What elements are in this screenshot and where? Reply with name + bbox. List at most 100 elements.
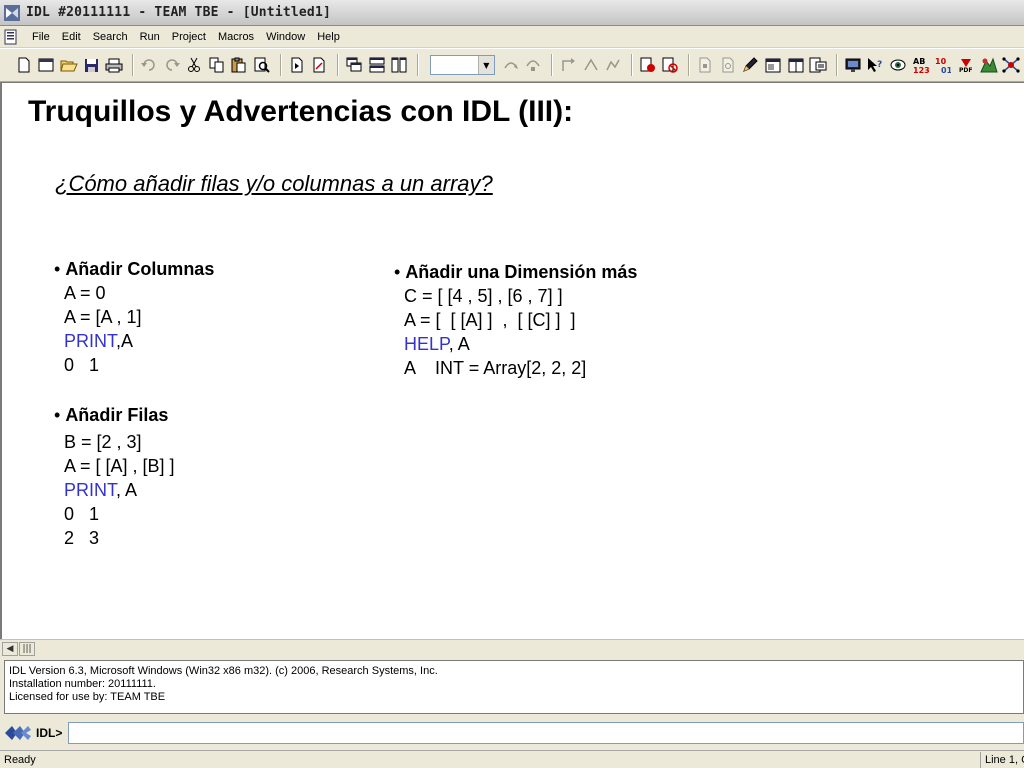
code-line: A = [A , 1] (64, 307, 142, 327)
step-out-icon (562, 58, 575, 71)
menu-macros[interactable]: Macros (212, 29, 260, 45)
help-button[interactable]: ? (866, 54, 886, 76)
window-title: IDL #20111111 - TEAM TBE - [Untitled1] (26, 5, 332, 20)
compile-icon (291, 57, 303, 73)
copy-button[interactable] (207, 54, 227, 76)
new-file-button[interactable] (14, 54, 34, 76)
reset-file-icon (722, 57, 734, 73)
binary-button[interactable]: 10 01 (933, 54, 953, 76)
reset-button[interactable] (718, 54, 738, 76)
expand-window-icon (765, 58, 781, 72)
code-line: A = 0 (64, 283, 106, 303)
cut-button[interactable] (184, 54, 204, 76)
columns-heading: Añadir Columnas (65, 259, 215, 279)
cascade-windows-icon (346, 57, 362, 72)
save-button[interactable] (82, 54, 102, 76)
help-args: , A (448, 334, 470, 354)
tile-horizontal-button[interactable] (367, 54, 387, 76)
menu-file[interactable]: File (26, 29, 56, 45)
code-line: A = [ [ [A] ] , [ [C] ] ] (404, 310, 576, 330)
status-bar: Ready Line 1, Col 1 (0, 750, 1024, 768)
output-line: 2 3 (64, 528, 100, 548)
log-line: Licensed for use by: TEAM TBE (9, 691, 166, 703)
open-button[interactable] (59, 54, 79, 76)
tile-horizontal-icon (369, 57, 385, 73)
paste-button[interactable] (230, 54, 250, 76)
horizontal-scrollbar[interactable]: ◀ ||| (0, 639, 1024, 657)
undo-button[interactable] (139, 54, 159, 76)
menu-edit[interactable]: Edit (56, 29, 87, 45)
variables-button[interactable]: AB 123 (911, 54, 931, 76)
log-line: IDL Version 6.3, Microsoft Windows (Win3… (9, 665, 438, 677)
rows-section: • Añadir Filas B = [2 , 3] A = [ [A] , [… (54, 403, 214, 550)
expand-window-button[interactable] (763, 54, 783, 76)
toolbar-separator (835, 54, 838, 76)
output-window-button[interactable] (808, 54, 828, 76)
document-icon[interactable] (4, 29, 18, 45)
menu-run[interactable]: Run (134, 29, 166, 45)
menu-window[interactable]: Window (260, 29, 311, 45)
scroll-left-button[interactable]: ◀ (2, 641, 18, 656)
stop-file-icon (699, 57, 711, 73)
chevron-left-icon: ◀ (6, 643, 14, 654)
new-file-icon (18, 57, 30, 73)
bullet: • (54, 259, 66, 279)
display-button[interactable] (843, 54, 863, 76)
tile-vertical-button[interactable] (389, 54, 409, 76)
eye-icon (890, 59, 906, 71)
edit-macro-button[interactable] (740, 54, 760, 76)
map-button[interactable] (979, 54, 999, 76)
split-window-button[interactable] (786, 54, 806, 76)
help-line: HELP, A (394, 332, 637, 356)
code-line: B = [2 , 3] (64, 432, 142, 452)
clear-breakpoints-icon (662, 57, 679, 73)
toolbar-separator (688, 54, 691, 76)
scroll-thumb[interactable]: ||| (19, 641, 35, 656)
find-button[interactable] (252, 54, 272, 76)
step-into-button[interactable] (501, 54, 521, 76)
pdf-icon: PDF (959, 59, 972, 73)
run-button[interactable] (310, 54, 330, 76)
print-line: PRINT,A (54, 329, 214, 353)
svg-text:10: 10 (935, 57, 947, 66)
open-folder-icon (60, 60, 78, 72)
page-title: Truquillos y Advertencias con IDL (III): (28, 95, 574, 128)
breakpoint-button[interactable] (638, 54, 658, 76)
network-button[interactable] (1001, 54, 1021, 76)
bullet: • (394, 262, 406, 282)
toolbar-separator (630, 54, 633, 76)
pdf-button[interactable]: PDF (956, 54, 976, 76)
watch-button[interactable] (888, 54, 908, 76)
chevron-down-icon[interactable]: ▼ (477, 56, 494, 74)
output-log[interactable]: IDL Version 6.3, Microsoft Windows (Win3… (4, 660, 1024, 714)
page-subtitle: ¿Cómo añadir filas y/o columnas a un arr… (55, 171, 493, 196)
trace-button[interactable] (603, 54, 623, 76)
command-input[interactable] (68, 722, 1024, 744)
editor-pane[interactable]: Truquillos y Advertencias con IDL (III):… (0, 82, 1024, 639)
toolbar-separator (279, 54, 282, 76)
compile-button[interactable] (287, 54, 307, 76)
run-to-cursor-button[interactable] (581, 54, 601, 76)
cascade-button[interactable] (344, 54, 364, 76)
redo-button[interactable] (162, 54, 182, 76)
menu-bar: File Edit Search Run Project Macros Wind… (0, 26, 1024, 48)
title-bar: IDL #20111111 - TEAM TBE - [Untitled1] (0, 0, 1024, 26)
idl-app-icon[interactable] (4, 4, 20, 21)
network-icon (1002, 57, 1020, 73)
menu-search[interactable]: Search (87, 29, 134, 45)
save-icon (85, 58, 99, 72)
new-window-button[interactable] (37, 54, 57, 76)
print-button[interactable] (105, 54, 125, 76)
menu-help[interactable]: Help (311, 29, 346, 45)
step-out-button[interactable] (558, 54, 578, 76)
step-over-button[interactable] (523, 54, 543, 76)
printer-icon (105, 58, 123, 72)
output-window-icon (809, 57, 827, 73)
svg-text:01: 01 (941, 66, 951, 74)
menu-project[interactable]: Project (166, 29, 212, 45)
toolbar-combo[interactable]: ▼ (430, 55, 495, 75)
clear-breakpoints-button[interactable] (661, 54, 681, 76)
print-args: ,A (116, 331, 134, 351)
stop-button[interactable] (695, 54, 715, 76)
help-pointer-icon: ? (868, 58, 883, 72)
